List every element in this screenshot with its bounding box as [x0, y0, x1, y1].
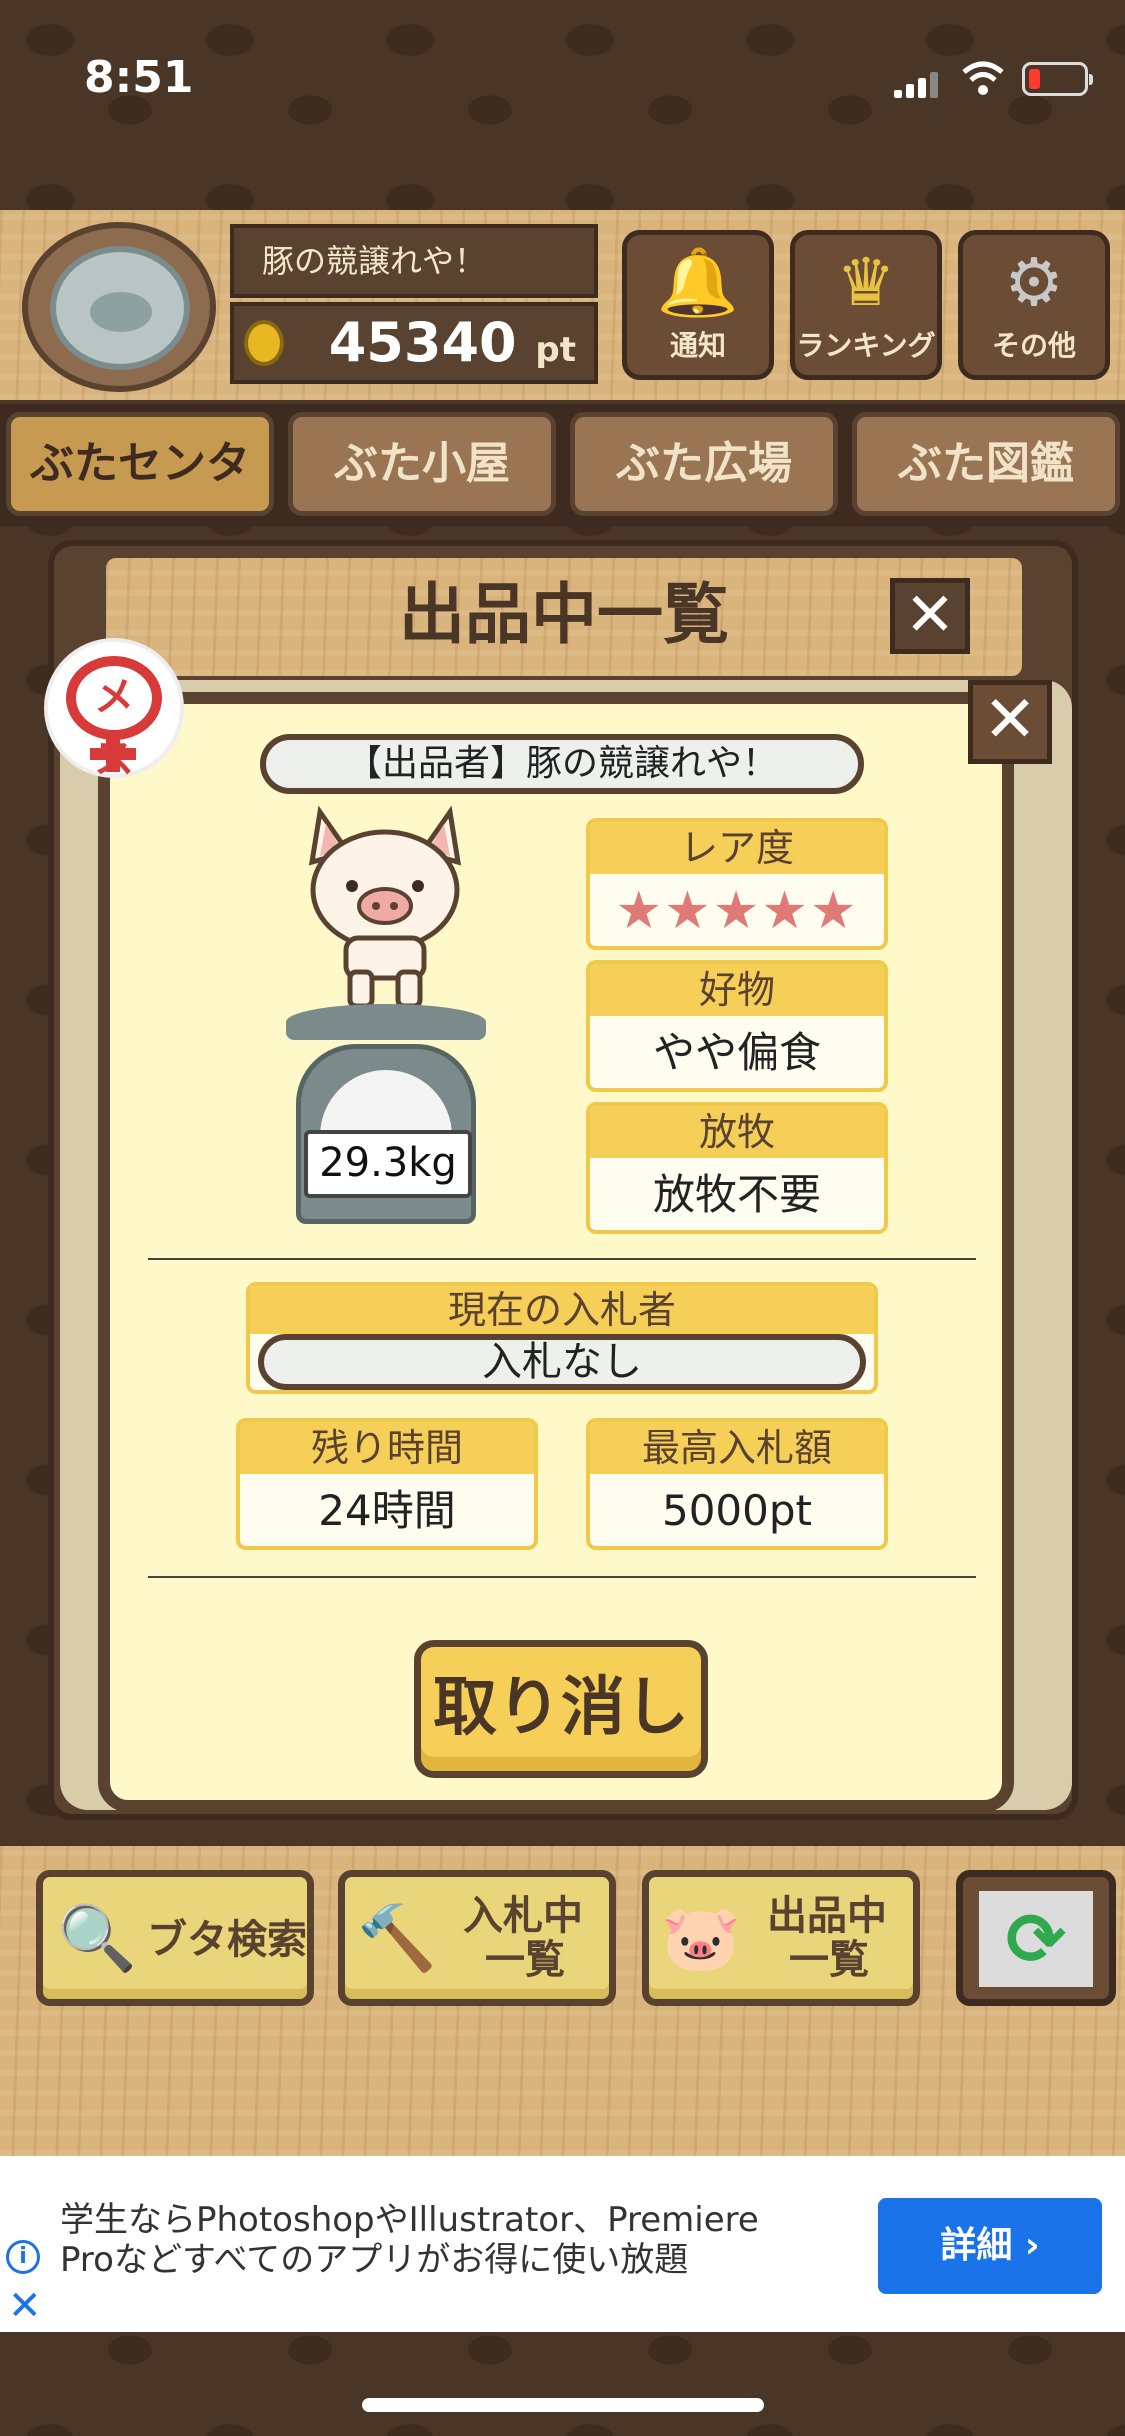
weight-readout: 29.3kg [304, 1130, 472, 1198]
tab-buta-plaza[interactable]: ぶた広場 [570, 412, 838, 516]
female-badge: メス [48, 642, 180, 782]
bidding-list-button[interactable]: 🔨 入札中 一覧 [338, 1870, 616, 2006]
scale-plate [286, 1004, 486, 1040]
detail-close-button[interactable]: ✕ [968, 680, 1052, 764]
ad-details-button[interactable]: 詳細 › [878, 2198, 1102, 2294]
points-unit: pt [535, 330, 576, 370]
coin-icon [244, 320, 284, 366]
highest-bid-box: 最高入札額 5000pt [586, 1418, 888, 1550]
pig-icon [308, 805, 462, 1009]
divider [148, 1576, 976, 1578]
home-indicator[interactable] [362, 2398, 764, 2412]
cancel-listing-button[interactable]: 取り消し [414, 1640, 708, 1778]
battery-icon [1022, 62, 1093, 96]
listing-list-button[interactable]: 🐷 出品中 一覧 [642, 1870, 920, 2006]
points-value: 45340 [328, 311, 517, 374]
rarity-stars: ★★★★★ [615, 881, 859, 941]
ad-text: 学生ならPhotoshopやIllustrator、Premiere Proなど… [60, 2200, 759, 2280]
highest-bid-value: 5000pt [661, 1486, 812, 1535]
wifi-icon [962, 61, 1004, 95]
player-name: 豚の競譲れや！ [230, 224, 598, 298]
divider [148, 1258, 976, 1260]
points-display: 45340 pt [230, 302, 598, 384]
pig-face-icon: 🐷 [661, 1902, 741, 1976]
crown-icon: ♛ [836, 244, 896, 321]
listing-panel-title: 出品中一覧 [399, 576, 729, 653]
bidder-label: 現在の入札者 [250, 1286, 874, 1334]
notification-button[interactable]: 🔔 通知 [622, 230, 774, 380]
refresh-button[interactable]: ⟳ [956, 1870, 1116, 2006]
other-button[interactable]: ⚙ その他 [958, 230, 1110, 380]
ranking-button[interactable]: ♛ ランキング [790, 230, 942, 380]
seller-label: 【出品者】豚の競譲れや！ [260, 734, 864, 794]
grazing-label: 放牧 [590, 1106, 884, 1158]
female-icon: メス [66, 656, 162, 782]
status-time: 8:51 [84, 52, 194, 103]
rarity-label: レア度 [590, 822, 884, 874]
tab-buta-center[interactable]: ぶたセンター [6, 412, 274, 583]
tab-buta-hut[interactable]: ぶた小屋 [288, 412, 556, 516]
bell-icon: 🔔 [656, 244, 740, 321]
rank-emblem[interactable] [22, 222, 216, 392]
grazing-value: 放牧不要 [652, 1170, 821, 1219]
info-icon[interactable]: i [6, 2240, 40, 2274]
pig-search-button[interactable]: 🔍 ブタ検索 [36, 1870, 314, 2006]
favorite-value: やや偏食 [652, 1028, 821, 1077]
remaining-time-box: 残り時間 24時間 [236, 1418, 538, 1550]
gavel-icon: 🔨 [357, 1902, 437, 1976]
favorite-label: 好物 [590, 964, 884, 1016]
magnifier-icon: 🔍 [57, 1902, 137, 1976]
grazing-box: 放牧 放牧不要 [586, 1102, 888, 1234]
close-icon[interactable]: ✕ [8, 2286, 42, 2326]
listing-close-button[interactable]: ✕ [890, 578, 970, 654]
rarity-box: レア度 ★★★★★ [586, 818, 888, 950]
favorite-box: 好物 やや偏食 [586, 960, 888, 1092]
remaining-time-label: 残り時間 [240, 1422, 534, 1474]
gear-icon: ⚙ [1004, 244, 1064, 321]
tab-buta-encyclopedia[interactable]: ぶた図鑑 [852, 412, 1120, 516]
remaining-time-value: 24時間 [318, 1486, 456, 1535]
bidder-value: 入札なし [258, 1334, 866, 1390]
refresh-icon: ⟳ [979, 1891, 1093, 1987]
signal-icon [894, 72, 938, 98]
highest-bid-label: 最高入札額 [590, 1422, 884, 1474]
